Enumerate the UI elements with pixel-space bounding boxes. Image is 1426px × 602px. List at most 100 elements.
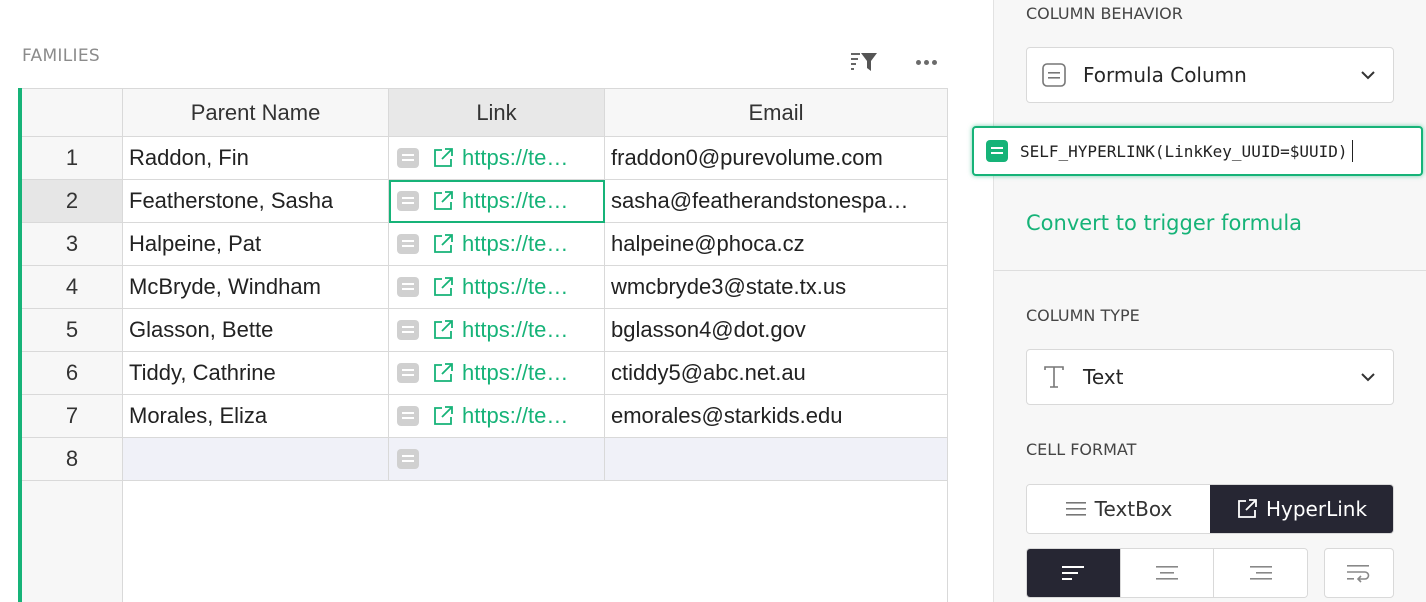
cell-parent-name[interactable]: [123, 438, 389, 480]
textbox-icon: [1065, 502, 1086, 516]
dot: [931, 59, 937, 65]
textbox-label: TextBox: [1094, 497, 1173, 521]
link-text[interactable]: https://te…: [462, 360, 568, 386]
cell-parent-name[interactable]: Morales, Eliza: [123, 395, 389, 437]
cell-email[interactable]: fraddon0@purevolume.com: [605, 137, 947, 179]
convert-to-trigger-formula-link[interactable]: Convert to trigger formula: [1026, 211, 1302, 235]
data-grid: Parent Name Link Email 1 Raddon, Fin https…: [22, 88, 948, 602]
cell-email[interactable]: ctiddy5@abc.net.au: [605, 352, 947, 394]
cell-link[interactable]: https://te…: [389, 266, 605, 308]
row-number[interactable]: 5: [22, 309, 123, 351]
external-link-icon: [434, 406, 453, 425]
align-right-icon: [1249, 566, 1272, 580]
link-text[interactable]: https://te…: [462, 317, 568, 343]
formula-icon: [986, 140, 1008, 162]
cell-email[interactable]: emorales@starkids.edu: [605, 395, 947, 437]
email-text: bglasson4@dot.gov: [611, 317, 806, 342]
column-type-select[interactable]: Text: [1026, 349, 1394, 405]
table-row[interactable]: 6 Tiddy, Cathrine https://te… ctiddy5@abc.n…: [22, 352, 947, 395]
cell-parent-name[interactable]: Featherstone, Sasha: [123, 180, 389, 222]
cell-link[interactable]: [389, 438, 605, 480]
align-center-button[interactable]: [1119, 549, 1214, 597]
cell-parent-name[interactable]: Glasson, Bette: [123, 309, 389, 351]
row-number[interactable]: 6: [22, 352, 123, 394]
sort-filter-button[interactable]: [848, 49, 880, 75]
column-behavior-select[interactable]: Formula Column: [1026, 47, 1394, 103]
panel-divider: [994, 270, 1426, 271]
link-text[interactable]: https://te…: [462, 231, 568, 257]
parent-name-text: McBryde, Windham: [129, 274, 321, 299]
external-link-icon: [434, 320, 453, 339]
app-root: FAMILIES Parent Name Link Email 1 Raddon,…: [0, 0, 1426, 602]
parent-name-text: Featherstone, Sasha: [129, 188, 334, 213]
email-text: emorales@starkids.edu: [611, 403, 843, 428]
cell-email[interactable]: sasha@featherandstonespa…: [605, 180, 947, 222]
cell-parent-name[interactable]: Raddon, Fin: [123, 137, 389, 179]
external-link-icon: [434, 363, 453, 382]
formula-icon: [1042, 63, 1066, 87]
link-text[interactable]: https://te…: [462, 188, 568, 214]
parent-name-text: Glasson, Bette: [129, 317, 274, 342]
text-caret: [1351, 140, 1353, 162]
cell-link[interactable]: https://te…: [389, 352, 605, 394]
link-text[interactable]: https://te…: [462, 145, 568, 171]
cell-parent-name[interactable]: McBryde, Windham: [123, 266, 389, 308]
column-header-email[interactable]: Email: [605, 89, 947, 136]
column-behavior-value: Formula Column: [1083, 63, 1247, 87]
formula-icon: [397, 320, 419, 340]
formula-text: SELF_HYPERLINK(LinkKey_UUID=$UUID): [1020, 141, 1348, 161]
alignment-toggle: [1026, 548, 1308, 598]
cell-link[interactable]: https://te…: [389, 180, 605, 222]
align-left-button[interactable]: [1027, 549, 1120, 597]
row-number[interactable]: 1: [22, 137, 123, 179]
table-row[interactable]: 1 Raddon, Fin https://te… fraddon0@purevolu…: [22, 137, 947, 180]
row-number[interactable]: 4: [22, 266, 123, 308]
link-text[interactable]: https://te…: [462, 274, 568, 300]
cell-email[interactable]: [605, 438, 947, 480]
parent-name-text: Morales, Eliza: [129, 403, 268, 428]
formula-icon: [397, 148, 419, 168]
more-options-button[interactable]: [910, 50, 942, 74]
chevron-down-icon: [1361, 373, 1375, 382]
formula-icon: [397, 449, 419, 469]
cell-email[interactable]: halpeine@phoca.cz: [605, 223, 947, 265]
cell-parent-name[interactable]: Halpeine, Pat: [123, 223, 389, 265]
cell-format-hyperlink-button[interactable]: HyperLink: [1210, 485, 1393, 533]
dot: [923, 59, 929, 65]
row-number[interactable]: 2: [22, 180, 123, 222]
external-link-icon: [434, 148, 453, 167]
table-row[interactable]: 5 Glasson, Bette https://te… bglasson4@dot.…: [22, 309, 947, 352]
email-text: halpeine@phoca.cz: [611, 231, 805, 256]
wrap-text-icon: [1347, 565, 1370, 583]
formula-editor[interactable]: SELF_HYPERLINK(LinkKey_UUID=$UUID): [972, 126, 1423, 176]
cell-parent-name[interactable]: Tiddy, Cathrine: [123, 352, 389, 394]
wrap-text-button[interactable]: [1324, 548, 1394, 598]
cell-email[interactable]: wmcbryde3@state.tx.us: [605, 266, 947, 308]
new-row[interactable]: 8: [22, 438, 947, 481]
cell-email[interactable]: bglasson4@dot.gov: [605, 309, 947, 351]
cell-link[interactable]: https://te…: [389, 309, 605, 351]
external-link-icon: [434, 191, 453, 210]
align-right-button[interactable]: [1213, 549, 1307, 597]
cell-format-textbox-button[interactable]: TextBox: [1027, 485, 1210, 533]
formula-icon: [397, 277, 419, 297]
formula-icon: [397, 234, 419, 254]
corner-cell[interactable]: [22, 89, 123, 136]
table-row[interactable]: 7 Morales, Eliza https://te… emorales@stark…: [22, 395, 947, 438]
column-header-parent-name[interactable]: Parent Name: [123, 89, 389, 136]
row-number[interactable]: 7: [22, 395, 123, 437]
column-header-link[interactable]: Link: [389, 89, 605, 136]
link-text[interactable]: https://te…: [462, 403, 568, 429]
column-type-label: COLUMN TYPE: [1026, 306, 1140, 325]
row-number[interactable]: 3: [22, 223, 123, 265]
table-row[interactable]: 2 Featherstone, Sasha https://te… sasha@fea…: [22, 180, 947, 223]
email-text: fraddon0@purevolume.com: [611, 145, 883, 170]
table-row[interactable]: 4 McBryde, Windham https://te… wmcbryde3@st…: [22, 266, 947, 309]
table-row[interactable]: 3 Halpeine, Pat https://te… halpeine@phoca.…: [22, 223, 947, 266]
cell-link[interactable]: https://te…: [389, 137, 605, 179]
row-number[interactable]: 8: [22, 438, 123, 480]
cell-format-toggle: TextBox HyperLink: [1026, 484, 1394, 534]
text-type-icon: [1044, 366, 1064, 388]
cell-link[interactable]: https://te…: [389, 223, 605, 265]
cell-link[interactable]: https://te…: [389, 395, 605, 437]
